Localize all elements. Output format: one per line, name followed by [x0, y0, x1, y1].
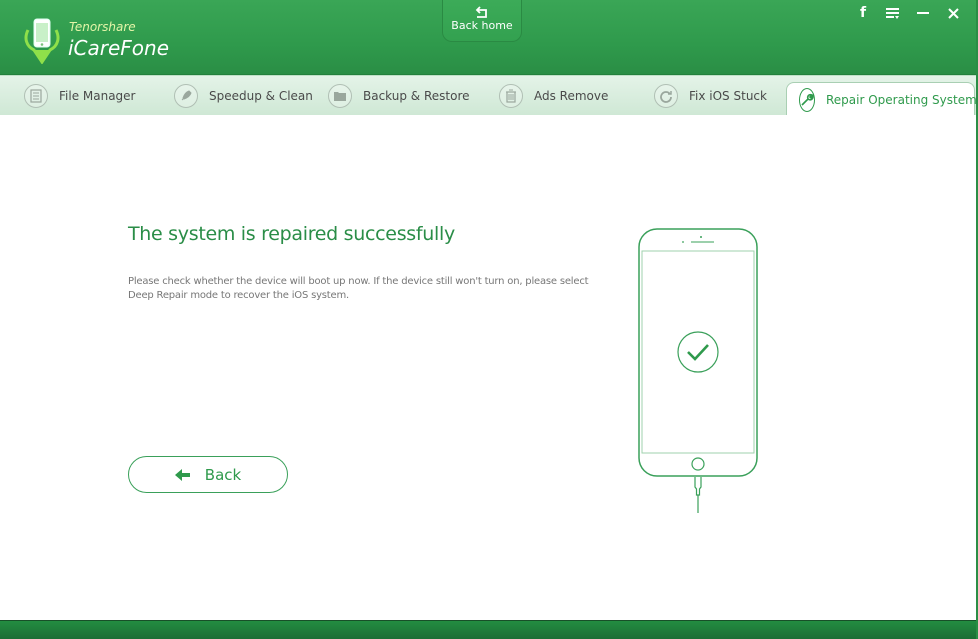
- tab-repair-operating-system[interactable]: Repair Operating System: [786, 82, 977, 116]
- back-button-label: Back: [204, 465, 242, 484]
- trash-icon: [499, 84, 523, 108]
- result-description: Please check whether the device will boo…: [128, 276, 589, 301]
- back-home-button[interactable]: Back home: [442, 0, 522, 42]
- back-home-label: Back home: [451, 19, 513, 32]
- folder-icon: [328, 84, 352, 108]
- phone-screen: [641, 250, 755, 454]
- result-title: The system is repaired successfully: [128, 223, 455, 245]
- title-bar: Tenorshare iCareFone Back home f: [0, 0, 978, 75]
- tab-label: Backup & Restore: [363, 89, 470, 103]
- tab-fix-ios-stuck[interactable]: Fix iOS Stuck: [654, 76, 767, 116]
- phone-sensor: [682, 241, 684, 243]
- app-name: iCareFone: [68, 36, 170, 60]
- tab-speedup-clean[interactable]: Speedup & Clean: [174, 76, 313, 116]
- tab-backup-restore[interactable]: Backup & Restore: [328, 76, 470, 116]
- file-list-icon: [24, 84, 48, 108]
- minimize-icon[interactable]: [908, 4, 938, 22]
- tab-ads-remove[interactable]: Ads Remove: [499, 76, 608, 116]
- cable-connector: [694, 477, 702, 496]
- tab-file-manager[interactable]: File Manager: [24, 76, 136, 116]
- app-logo-icon: [24, 18, 60, 64]
- facebook-icon[interactable]: f: [848, 4, 878, 22]
- phone-illustration: [638, 228, 758, 513]
- rocket-icon: [174, 84, 198, 108]
- return-icon: [475, 6, 487, 18]
- phone-camera: [700, 236, 702, 238]
- tab-label: File Manager: [59, 89, 136, 103]
- window-controls: f: [848, 4, 968, 22]
- tab-bar: File Manager Speedup & Clean Backup & Re…: [0, 75, 978, 116]
- menu-icon[interactable]: [878, 4, 908, 22]
- tab-label: Speedup & Clean: [209, 89, 313, 103]
- footer-bar: [0, 620, 978, 639]
- close-icon[interactable]: [938, 4, 968, 22]
- refresh-icon: [654, 84, 678, 108]
- tab-label: Fix iOS Stuck: [689, 89, 767, 103]
- vendor-name: Tenorshare: [69, 20, 136, 34]
- tab-label: Ads Remove: [534, 89, 609, 103]
- arrow-left-icon: [174, 468, 190, 481]
- tab-label: Repair Operating System: [826, 92, 977, 107]
- back-button[interactable]: Back: [128, 456, 288, 493]
- main-content: The system is repaired successfully Plea…: [0, 115, 978, 620]
- wrench-icon: [799, 87, 815, 112]
